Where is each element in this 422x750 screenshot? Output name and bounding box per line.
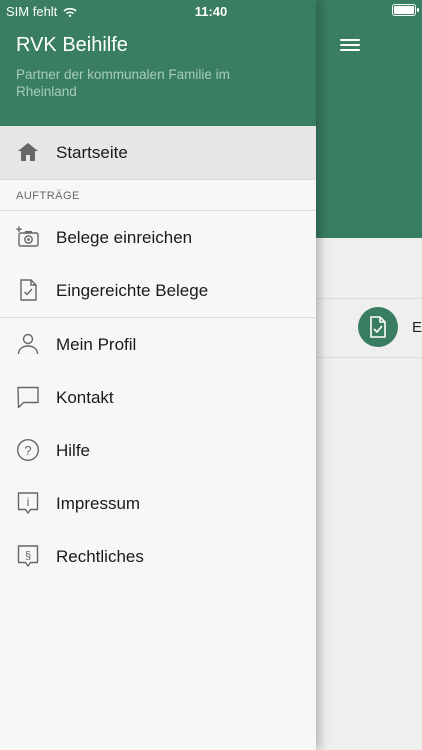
- svg-text:?: ?: [24, 443, 31, 458]
- nav-item-hilfe[interactable]: ? Hilfe: [0, 424, 316, 477]
- home-icon: [18, 143, 38, 161]
- status-bar: SIM fehlt 11:40: [0, 0, 422, 22]
- app-title: RVK Beihilfe: [16, 34, 128, 56]
- section-header: AUFTRÄGE: [0, 180, 316, 211]
- nav-item-eingereichte-belege[interactable]: Eingereichte Belege: [0, 264, 316, 317]
- svg-text:i: i: [27, 495, 30, 509]
- document-check-icon: [20, 279, 37, 301]
- nav-item-label: Impressum: [56, 493, 141, 513]
- nav-item-label: Belege einreichen: [56, 227, 193, 247]
- section-title: AUFTRÄGE: [16, 190, 80, 202]
- nav-item-belege-einreichen[interactable]: Belege einreichen: [0, 211, 316, 264]
- menu-button[interactable]: [340, 36, 360, 52]
- add-photo-icon: [16, 226, 39, 247]
- nav-item-label: Hilfe: [56, 440, 91, 460]
- list-item-label: E: [412, 319, 422, 336]
- paragraph-icon: §: [17, 545, 39, 567]
- help-icon: ?: [16, 438, 40, 462]
- info-icon: i: [17, 492, 39, 514]
- nav-item-rechtliches[interactable]: § Rechtliches: [0, 530, 316, 583]
- nav-item-impressum[interactable]: i Impressum: [0, 477, 316, 530]
- clock: 11:40: [194, 4, 228, 19]
- nav-item-mein-profil[interactable]: Mein Profil: [0, 318, 316, 371]
- chat-bubble-icon: [17, 386, 39, 409]
- drawer-nav: Startseite AUFTRÄGE Belege einreichen Ei…: [0, 126, 316, 583]
- navigation-drawer: RVK Beihilfe Partner der kommunalen Fami…: [0, 0, 316, 750]
- nav-item-label: Mein Profil: [56, 334, 137, 354]
- list-item[interactable]: E: [316, 298, 422, 358]
- nav-item-label: Eingereichte Belege: [56, 280, 209, 300]
- nav-item-startseite[interactable]: Startseite: [0, 126, 316, 180]
- nav-item-label: Rechtliches: [56, 546, 144, 566]
- battery-icon: [392, 4, 419, 16]
- nav-item-label: Kontakt: [56, 387, 114, 407]
- nav-item-kontakt[interactable]: Kontakt: [0, 371, 316, 424]
- svg-text:§: §: [25, 550, 31, 562]
- document-check-icon: [358, 307, 398, 347]
- nav-item-label: Startseite: [56, 142, 128, 162]
- app-subtitle: Partner der kommunalen Familie im Rheinl…: [16, 67, 230, 99]
- person-icon: [17, 333, 39, 355]
